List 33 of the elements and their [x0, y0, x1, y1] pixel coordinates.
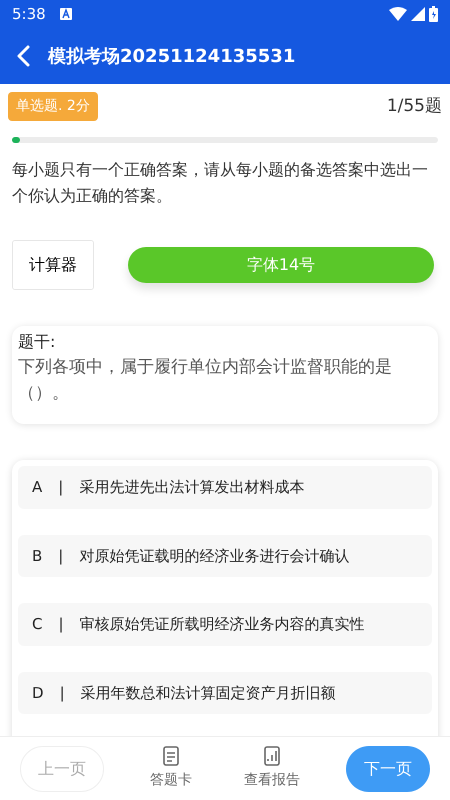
option-letter: A	[32, 477, 42, 498]
wifi-icon	[389, 7, 407, 21]
question-counter: 1/55题	[386, 94, 442, 118]
page-title: 模拟考场20251124135531	[48, 44, 296, 68]
stem-label: 题干:	[18, 330, 56, 353]
status-time: 5:38	[12, 4, 46, 25]
option-separator: |	[58, 477, 64, 498]
option-text: 对原始凭证载明的经济业务进行会计确认	[79, 546, 350, 567]
option-text: 采用先进先出法计算发出材料成本	[79, 477, 304, 498]
battery-icon	[429, 6, 438, 22]
calculator-button[interactable]: 计算器	[12, 240, 94, 290]
option-text: 采用年数总和法计算固定资产月折旧额	[80, 682, 336, 704]
chart-document-icon	[263, 746, 281, 766]
answer-option[interactable]: D | 采用年数总和法计算固定资产月折旧额	[18, 672, 432, 714]
back-icon[interactable]	[16, 45, 30, 67]
question-type-tag: 单选题. 2分	[8, 92, 98, 121]
answer-option[interactable]: A | 采用先进先出法计算发出材料成本	[18, 466, 432, 509]
option-letter: C	[32, 614, 42, 636]
instruction-text: 每小题只有一个正确答案，请从每小题的备选答案中选出一个你认为正确的答案。	[11, 159, 429, 208]
option-separator: |	[58, 614, 64, 636]
signal-icon	[411, 7, 425, 21]
report-tab[interactable]: 查看报告	[238, 745, 306, 792]
answer-option[interactable]: C | 审核原始凭证所载明经济业务内容的真实性	[18, 603, 432, 646]
option-separator: |	[58, 546, 64, 567]
option-separator: |	[60, 682, 65, 704]
document-icon	[162, 746, 180, 766]
option-letter: B	[32, 546, 42, 567]
option-letter: D	[32, 682, 44, 704]
answer-option[interactable]: B | 对原始凭证载明的经济业务进行会计确认	[18, 534, 432, 578]
option-text: 审核原始凭证所载明经济业务内容的真实性	[80, 614, 365, 636]
question-text: 下列各项中，属于履行单位内部会计监督职能的是（）。	[18, 356, 393, 406]
notification-icon	[60, 8, 72, 20]
answer-sheet-tab[interactable]: 答题卡	[144, 745, 198, 792]
